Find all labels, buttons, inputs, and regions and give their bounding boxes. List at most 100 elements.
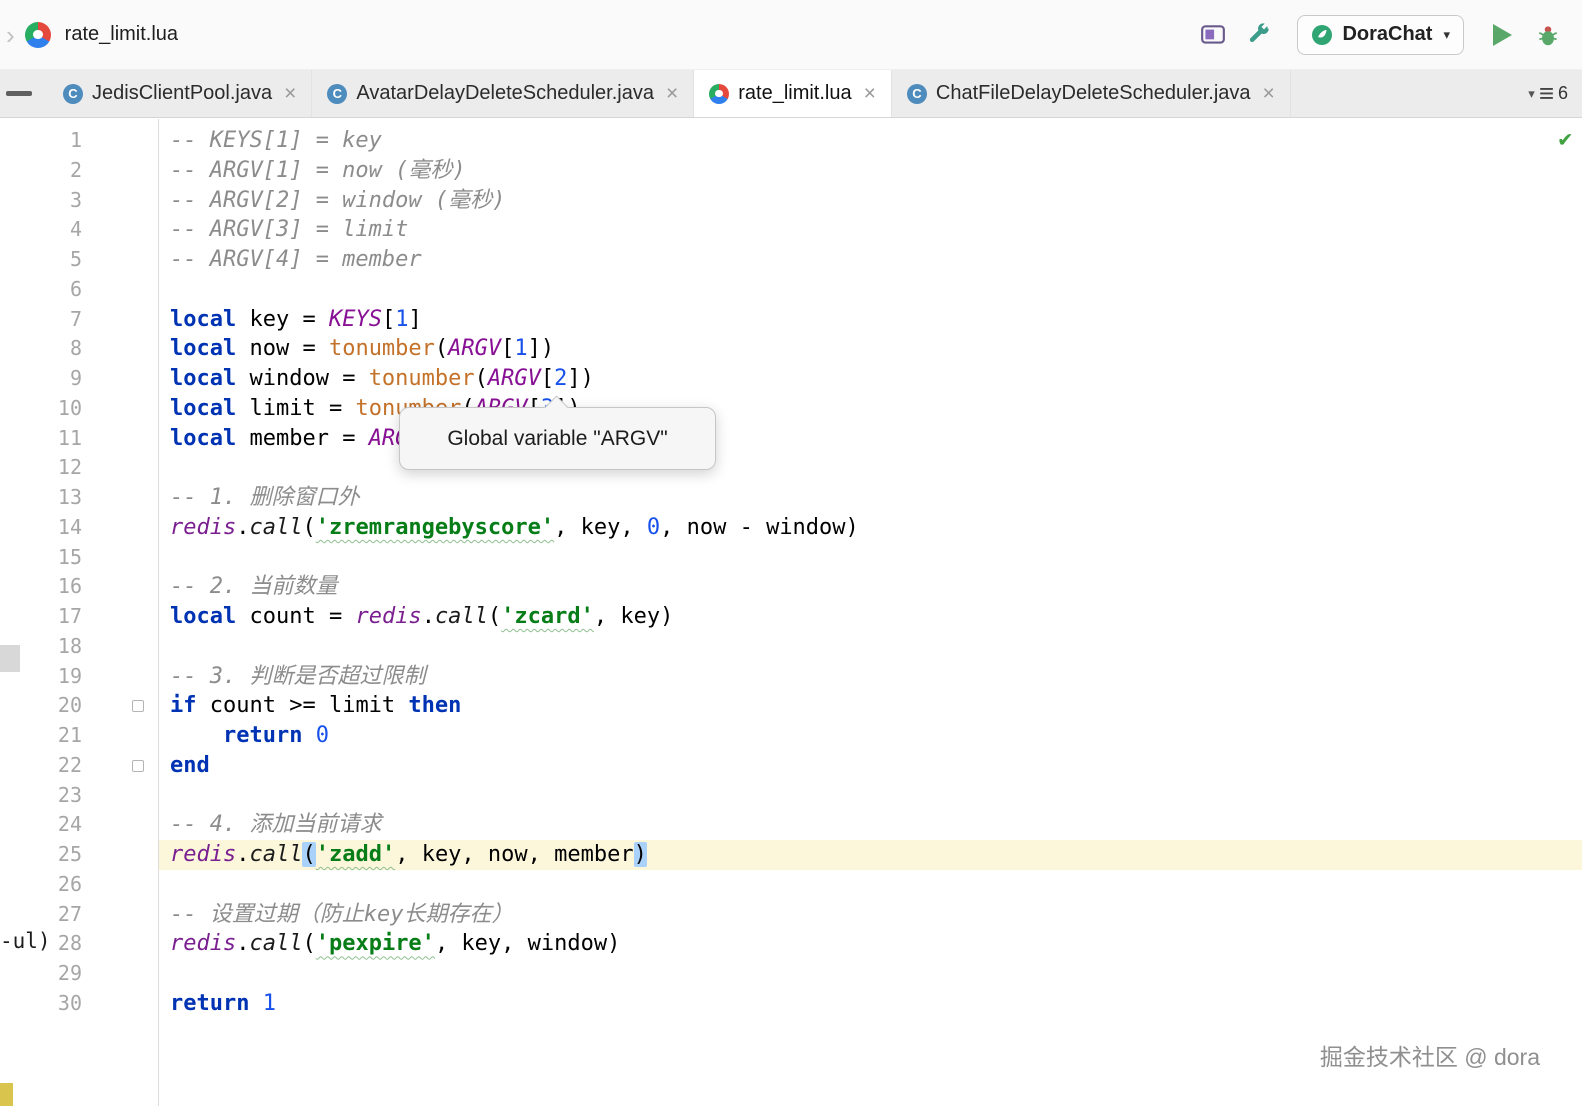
line-number[interactable]: 11 — [0, 424, 82, 454]
line-number[interactable]: 9 — [0, 364, 82, 394]
preview-window-icon[interactable] — [1195, 17, 1231, 53]
inspections-ok-icon[interactable]: ✔✔ — [1559, 127, 1573, 152]
code-text[interactable]: -- ARGV[4] = member — [159, 245, 1582, 275]
line-number[interactable]: 10 — [0, 394, 82, 424]
line-number[interactable]: 4 — [0, 215, 82, 245]
close-icon[interactable]: × — [284, 82, 296, 106]
collapsed-panel-dash-icon[interactable] — [6, 91, 32, 96]
line-number[interactable]: 5 — [0, 245, 82, 275]
close-icon[interactable]: × — [864, 82, 876, 106]
code-text[interactable] — [159, 543, 1582, 573]
code-text[interactable]: local limit = tonumber(ARGV[3]) — [159, 394, 1582, 424]
code-text[interactable]: -- 设置过期（防止key长期存在） — [159, 900, 1582, 930]
code-line[interactable]: 27 -- 设置过期（防止key长期存在） — [0, 900, 1582, 930]
code-text[interactable]: local member = ARGV[4] — [159, 424, 1582, 454]
code-line[interactable]: 15 — [0, 543, 1582, 573]
line-number[interactable]: 29 — [0, 959, 82, 989]
code-line[interactable]: 19-- 3. 判断是否超过限制 — [0, 662, 1582, 692]
debug-button[interactable] — [1530, 17, 1566, 53]
code-line[interactable]: 28redis.call('pexpire', key, window) — [0, 929, 1582, 959]
line-number[interactable]: 22 — [0, 751, 82, 781]
line-number[interactable]: 26 — [0, 870, 82, 900]
code-text[interactable]: end — [159, 751, 1582, 781]
line-number[interactable]: 16 — [0, 572, 82, 602]
line-number[interactable]: 30 — [0, 989, 82, 1019]
line-number[interactable]: 21 — [0, 721, 82, 751]
code-text[interactable]: -- ARGV[2] = window (毫秒) — [159, 186, 1582, 216]
code-text[interactable]: local now = tonumber(ARGV[1]) — [159, 334, 1582, 364]
line-number[interactable]: 12 — [0, 453, 82, 483]
code-line[interactable]: 24 -- 4. 添加当前请求 — [0, 810, 1582, 840]
fold-marker-icon[interactable] — [82, 751, 159, 781]
code-line[interactable]: 7local key = KEYS[1] — [0, 305, 1582, 335]
code-text[interactable]: -- ARGV[3] = limit — [159, 215, 1582, 245]
code-text[interactable] — [159, 275, 1582, 305]
close-icon[interactable]: × — [1263, 82, 1275, 106]
code-text[interactable]: local window = tonumber(ARGV[2]) — [159, 364, 1582, 394]
code-text[interactable]: if count >= limit then — [159, 691, 1582, 721]
code-line[interactable]: 16 -- 2. 当前数量 — [0, 572, 1582, 602]
code-line[interactable]: 18 — [0, 632, 1582, 662]
tab-rate-limit-lua[interactable]: rate_limit.lua × — [694, 70, 892, 117]
line-number[interactable]: 24 — [0, 810, 82, 840]
code-text[interactable]: redis.call('pexpire', key, window) — [159, 929, 1582, 959]
code-text[interactable]: -- ARGV[1] = now (毫秒) — [159, 156, 1582, 186]
code-text[interactable] — [159, 453, 1582, 483]
line-number[interactable]: 3 — [0, 186, 82, 216]
code-text[interactable]: -- KEYS[1] = key — [159, 126, 1582, 156]
fold-marker-icon[interactable] — [82, 691, 159, 721]
code-text[interactable]: redis.call('zremrangebyscore', key, 0, n… — [159, 513, 1582, 543]
code-text[interactable]: -- 1. 删除窗口外 — [159, 483, 1582, 513]
code-text[interactable]: -- 4. 添加当前请求 — [159, 810, 1582, 840]
left-panel-scrollbar-thumb[interactable] — [0, 645, 20, 672]
line-number[interactable]: 17 — [0, 602, 82, 632]
line-number[interactable]: 1 — [0, 126, 82, 156]
code-text[interactable]: return 1 — [159, 989, 1582, 1019]
code-line[interactable]: 8 local now = tonumber(ARGV[1]) — [0, 334, 1582, 364]
code-line[interactable]: 26 — [0, 870, 1582, 900]
code-text[interactable] — [159, 870, 1582, 900]
hidden-tabs-dropdown[interactable]: ▾ ≡ 6 — [1514, 70, 1582, 117]
code-line[interactable]: 5 -- ARGV[4] = member — [0, 245, 1582, 275]
code-line[interactable]: 17 local count = redis.call('zcard', key) — [0, 602, 1582, 632]
tab-avatardelaydeletescheduler[interactable]: C AvatarDelayDeleteScheduler.java × — [312, 70, 694, 117]
code-line[interactable]: 1 -- KEYS[1] = key — [0, 126, 1582, 156]
code-line[interactable]: 10 local limit = tonumber(ARGV[3]) — [0, 394, 1582, 424]
code-text[interactable]: local count = redis.call('zcard', key) — [159, 602, 1582, 632]
code-line[interactable]: 14 redis.call('zremrangebyscore', key, 0,… — [0, 513, 1582, 543]
code-text[interactable]: return 0 — [159, 721, 1582, 751]
code-text[interactable]: -- 3. 判断是否超过限制 — [159, 662, 1582, 692]
line-number[interactable]: 6 — [0, 275, 82, 305]
line-number[interactable]: 7 — [0, 305, 82, 335]
code-line[interactable]: 9 local window = tonumber(ARGV[2]) — [0, 364, 1582, 394]
build-wrench-icon[interactable] — [1241, 17, 1277, 53]
code-line[interactable]: 2 -- ARGV[1] = now (毫秒) — [0, 156, 1582, 186]
line-number[interactable]: 2 — [0, 156, 82, 186]
line-number[interactable]: 27 — [0, 900, 82, 930]
breadcrumb-file-title[interactable]: rate_limit.lua — [65, 23, 178, 46]
line-number[interactable]: 13 — [0, 483, 82, 513]
code-line[interactable]: 30 return 1 — [0, 989, 1582, 1019]
code-line[interactable]: 11 local member = ARGV[4] — [0, 424, 1582, 454]
code-line[interactable]: 25 redis.call('zadd', key, now, member) — [0, 840, 1582, 870]
code-text[interactable]: redis.call('zadd', key, now, member) — [159, 840, 1582, 870]
run-configuration-select[interactable]: DoraChat ▾ — [1297, 15, 1464, 55]
code-text[interactable]: -- 2. 当前数量 — [159, 572, 1582, 602]
run-button[interactable] — [1484, 17, 1520, 53]
line-number[interactable]: 25 — [0, 840, 82, 870]
line-number[interactable]: 14 — [0, 513, 82, 543]
code-text[interactable] — [159, 632, 1582, 662]
code-line[interactable]: 22 end — [0, 751, 1582, 781]
code-text[interactable] — [159, 959, 1582, 989]
line-number[interactable]: 20 — [0, 691, 82, 721]
code-line[interactable]: 4 -- ARGV[3] = limit — [0, 215, 1582, 245]
code-line[interactable]: 20 if count >= limit then — [0, 691, 1582, 721]
code-line[interactable]: 3 -- ARGV[2] = window (毫秒) — [0, 186, 1582, 216]
close-icon[interactable]: × — [666, 82, 678, 106]
line-number[interactable]: 8 — [0, 334, 82, 364]
tab-jedisclientpool[interactable]: C JedisClientPool.java × — [48, 70, 312, 117]
line-number[interactable]: 15 — [0, 543, 82, 573]
code-line[interactable]: 29 — [0, 959, 1582, 989]
code-line[interactable]: 13 -- 1. 删除窗口外 — [0, 483, 1582, 513]
code-line[interactable]: 23 — [0, 781, 1582, 811]
